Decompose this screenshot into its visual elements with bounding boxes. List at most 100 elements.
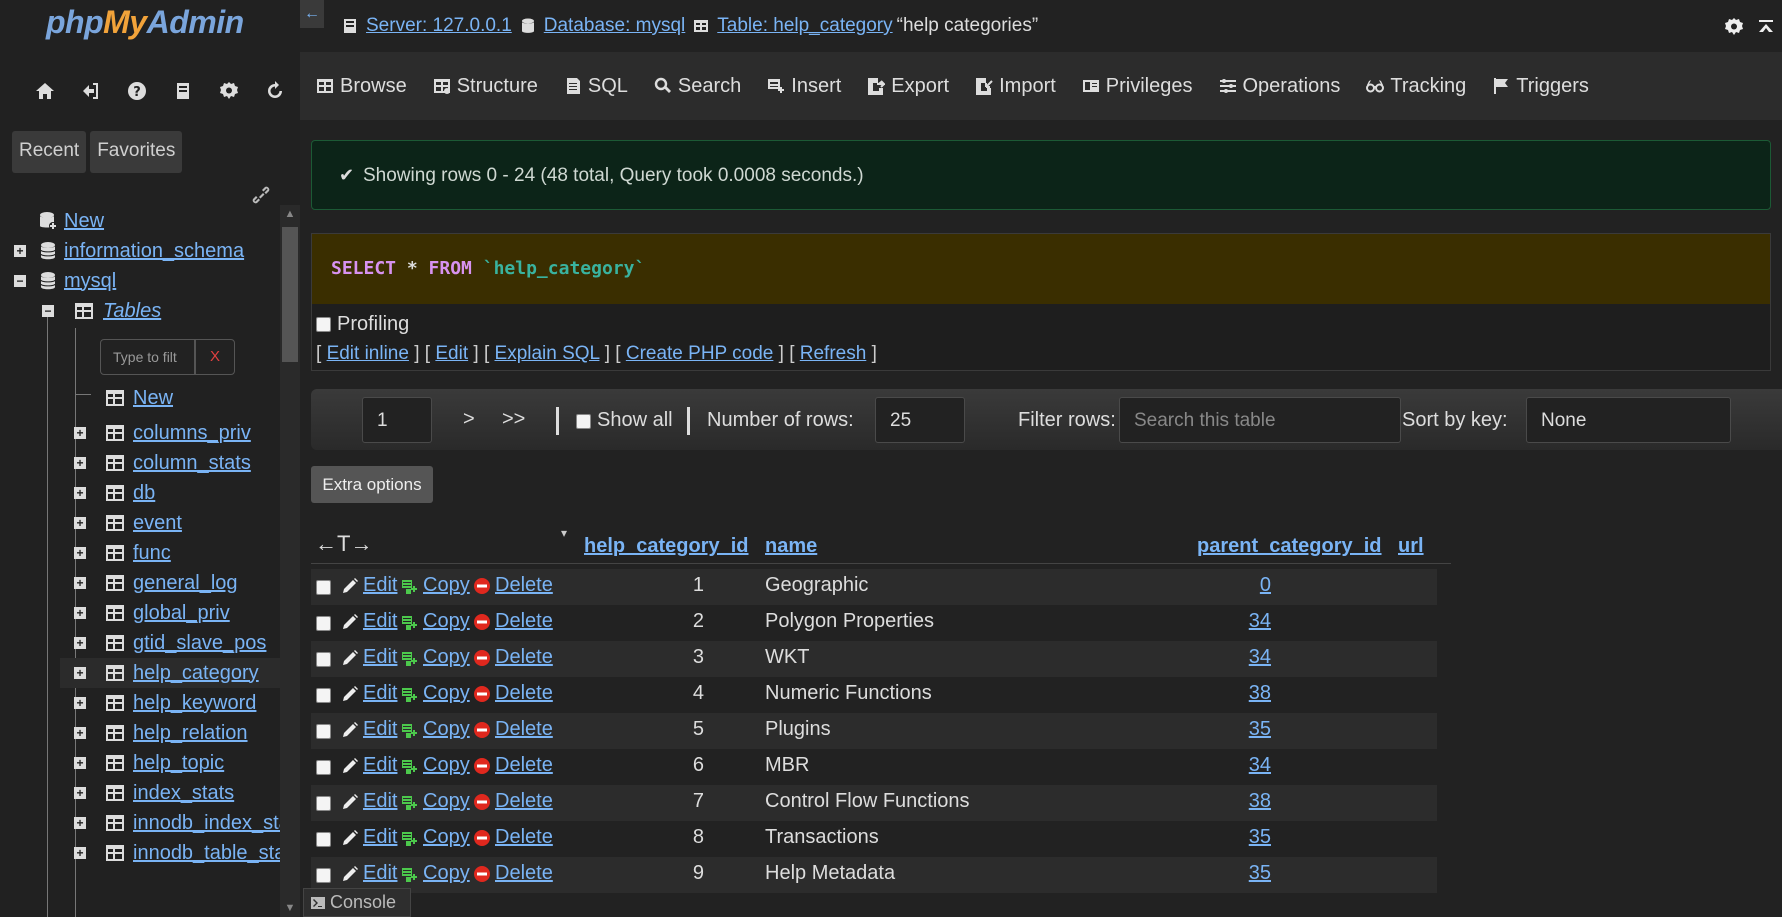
row-checkbox[interactable]: [316, 616, 331, 631]
copy-row-link[interactable]: Copy: [401, 862, 470, 885]
tab-tracking[interactable]: Tracking: [1366, 75, 1466, 98]
copy-row-link[interactable]: Copy: [401, 826, 470, 849]
tree-label[interactable]: innodb_table_sta: [133, 842, 285, 865]
show-all-checkbox[interactable]: [576, 414, 591, 429]
tree-label[interactable]: help_category: [133, 662, 259, 685]
cell-help-category-id[interactable]: 2: [641, 610, 704, 633]
collapse-icon[interactable]: −: [14, 275, 26, 287]
tree-label[interactable]: gtid_slave_pos: [133, 632, 266, 655]
cell-help-category-id[interactable]: 5: [641, 718, 704, 741]
extra-options-button[interactable]: Extra options: [311, 466, 433, 503]
expand-icon[interactable]: +: [74, 847, 86, 859]
next-page-button[interactable]: >: [463, 408, 475, 431]
sidebar-item-gtid-slave-pos[interactable]: + gtid_slave_pos: [60, 628, 280, 658]
explain-sql-link[interactable]: Explain SQL: [495, 343, 600, 364]
tree-label[interactable]: event: [133, 512, 182, 535]
cell-name[interactable]: WKT: [765, 646, 809, 669]
tab-privileges[interactable]: Privileges: [1082, 75, 1193, 98]
tree-label[interactable]: general_log: [133, 572, 238, 595]
edit-row-link[interactable]: Edit: [341, 646, 397, 669]
expand-icon[interactable]: +: [74, 547, 86, 559]
tree-item-mysql[interactable]: − mysql: [0, 266, 280, 296]
edit-row-link[interactable]: Edit: [341, 826, 397, 849]
tab-search[interactable]: Search: [654, 75, 741, 98]
expand-icon[interactable]: +: [74, 727, 86, 739]
tree-label[interactable]: help_relation: [133, 722, 248, 745]
copy-row-link[interactable]: Copy: [401, 574, 470, 597]
tree-label[interactable]: global_priv: [133, 602, 230, 625]
delete-row-link[interactable]: Delete: [473, 646, 553, 669]
copy-row-link[interactable]: Copy: [401, 646, 470, 669]
collapse-nav-button[interactable]: ←: [300, 0, 324, 28]
console-toggle[interactable]: Console: [303, 888, 411, 917]
cell-name[interactable]: MBR: [765, 754, 809, 777]
tree-label[interactable]: columns_priv: [133, 422, 251, 445]
delete-row-link[interactable]: Delete: [473, 826, 553, 849]
refresh-link[interactable]: Refresh: [800, 343, 867, 364]
tab-triggers[interactable]: Triggers: [1492, 75, 1589, 98]
edit-inline-link[interactable]: Edit inline: [327, 343, 409, 364]
cell-name[interactable]: Transactions: [765, 826, 879, 849]
edit-row-link[interactable]: Edit: [341, 682, 397, 705]
cell-parent-category-id[interactable]: 0: [1191, 574, 1271, 597]
delete-row-link[interactable]: Delete: [473, 862, 553, 885]
phpmyadmin-logo[interactable]: phpMyAdmin: [46, 4, 244, 41]
expand-icon[interactable]: +: [74, 787, 86, 799]
tab-recent[interactable]: Recent: [12, 131, 87, 173]
profiling-option[interactable]: Profiling: [316, 313, 409, 336]
cell-name[interactable]: Plugins: [765, 718, 831, 741]
tab-sql[interactable]: SQL: [564, 75, 628, 98]
cell-help-category-id[interactable]: 4: [641, 682, 704, 705]
tree-label[interactable]: New: [133, 387, 173, 410]
expand-icon[interactable]: +: [74, 427, 86, 439]
edit-row-link[interactable]: Edit: [341, 574, 397, 597]
tree-item-new-table[interactable]: New: [0, 383, 280, 413]
tree-label[interactable]: innodb_index_sta: [133, 812, 290, 835]
reload-icon[interactable]: [252, 76, 298, 106]
filter-rows-input[interactable]: Search this table: [1119, 397, 1401, 443]
cell-parent-category-id[interactable]: 35: [1191, 826, 1271, 849]
filter-clear-button[interactable]: X: [195, 339, 235, 375]
delete-row-link[interactable]: Delete: [473, 610, 553, 633]
tab-browse[interactable]: Browse: [316, 75, 407, 98]
cell-name[interactable]: Polygon Properties: [765, 610, 934, 633]
cell-help-category-id[interactable]: 1: [641, 574, 704, 597]
edit-row-link[interactable]: Edit: [341, 790, 397, 813]
collapse-icon[interactable]: −: [42, 305, 54, 317]
tree-label[interactable]: db: [133, 482, 155, 505]
docs-icon[interactable]: [160, 76, 206, 106]
column-header-name[interactable]: name: [765, 535, 817, 558]
breadcrumb-server[interactable]: Server: 127.0.0.1: [366, 15, 512, 37]
tree-label[interactable]: index_stats: [133, 782, 234, 805]
tree-label[interactable]: Tables: [103, 300, 161, 323]
row-checkbox[interactable]: [316, 868, 331, 883]
expand-icon[interactable]: +: [74, 667, 86, 679]
expand-icon[interactable]: +: [74, 697, 86, 709]
cell-help-category-id[interactable]: 7: [641, 790, 704, 813]
tab-import[interactable]: Import: [975, 75, 1056, 98]
row-checkbox[interactable]: [316, 760, 331, 775]
sidebar-item-event[interactable]: + event: [60, 508, 280, 538]
tree-label[interactable]: information_schema: [64, 240, 244, 263]
expand-icon[interactable]: +: [74, 517, 86, 529]
row-checkbox[interactable]: [316, 724, 331, 739]
sidebar-item-func[interactable]: + func: [60, 538, 280, 568]
cell-name[interactable]: Control Flow Functions: [765, 790, 970, 813]
last-page-button[interactable]: >>: [502, 408, 525, 431]
cell-help-category-id[interactable]: 8: [641, 826, 704, 849]
column-header-parent-category-id[interactable]: parent_category_id: [1197, 535, 1382, 558]
create-php-link[interactable]: Create PHP code: [626, 343, 774, 364]
nav-scrollbar[interactable]: ▲ ▼: [280, 205, 300, 917]
tree-item-new-db[interactable]: New: [0, 206, 280, 236]
sidebar-item-help-category[interactable]: + help_category: [60, 658, 280, 688]
sql-query[interactable]: SELECT * FROM `help_category`: [312, 234, 1770, 304]
tab-export[interactable]: Export: [867, 75, 949, 98]
expand-icon[interactable]: +: [74, 757, 86, 769]
cell-name[interactable]: Numeric Functions: [765, 682, 932, 705]
profiling-checkbox[interactable]: [316, 317, 331, 332]
expand-icon[interactable]: +: [14, 245, 26, 257]
table-filter-input[interactable]: Type to filt: [100, 339, 195, 375]
cell-parent-category-id[interactable]: 34: [1191, 610, 1271, 633]
edit-link[interactable]: Edit: [435, 343, 468, 364]
expand-icon[interactable]: +: [74, 607, 86, 619]
